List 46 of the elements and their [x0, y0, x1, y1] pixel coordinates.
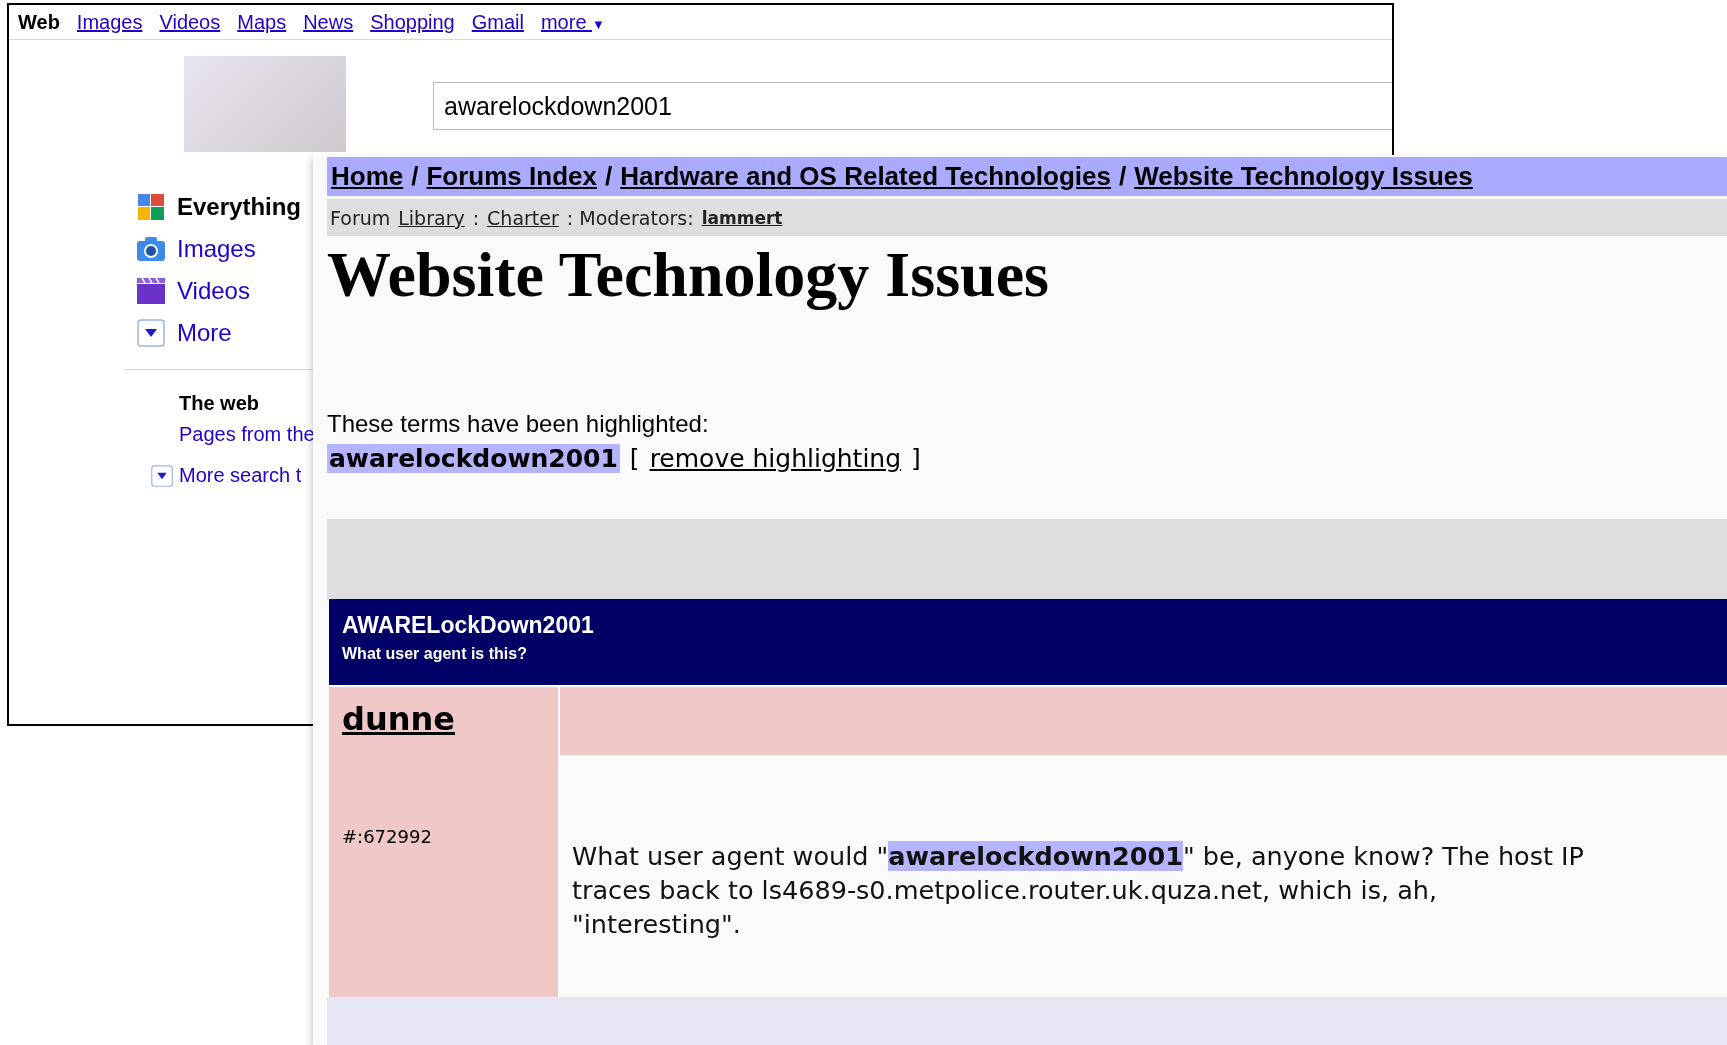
info-text: : Moderators:: [566, 206, 694, 229]
remove-highlighting-link[interactable]: remove highlighting: [649, 444, 902, 473]
dropdown-icon: [137, 319, 165, 347]
breadcrumb-link[interactable]: Website Technology Issues: [1134, 161, 1473, 192]
info-link[interactable]: Charter: [487, 206, 559, 229]
nav-link[interactable]: Maps: [237, 10, 287, 34]
nav-link[interactable]: News: [303, 10, 354, 34]
dropdown-icon: [151, 464, 173, 487]
breadcrumb-separator: /: [604, 161, 613, 192]
bracket: [: [629, 444, 640, 473]
info-text: Forum: [330, 206, 391, 229]
caret-icon: ▼: [592, 16, 605, 32]
breadcrumb-link[interactable]: Forums Index: [426, 161, 597, 192]
moderator-link[interactable]: lammert: [701, 207, 783, 228]
camera-icon: [137, 237, 165, 261]
post-id: #:672992: [342, 826, 433, 847]
highlighted-term: awarelockdown2001: [327, 444, 620, 473]
clapperboard-icon: [137, 278, 165, 304]
nav-link[interactable]: Gmail: [471, 10, 524, 34]
breadcrumb-link[interactable]: Hardware and OS Related Technologies: [620, 161, 1111, 192]
nav-link[interactable]: Shopping: [370, 10, 455, 34]
author-link[interactable]: dunne: [342, 700, 455, 738]
sidebar-item[interactable]: Videos: [177, 277, 250, 305]
nav-link[interactable]: Web: [18, 10, 60, 34]
bracket: ]: [911, 444, 921, 473]
thread-subtitle: What user agent is this?: [342, 645, 528, 663]
section-link[interactable]: Pages from the: [179, 423, 315, 445]
highlight-note: These terms have been highlighted:: [327, 410, 710, 438]
section-heading: The web: [179, 392, 260, 415]
page-title: Website Technology Issues: [327, 242, 1050, 308]
breadcrumb-link[interactable]: Home: [331, 161, 404, 192]
sidebar-item[interactable]: Images: [177, 235, 256, 263]
nav-link[interactable]: Images: [76, 10, 143, 34]
breadcrumb-separator: /: [1118, 161, 1127, 192]
sidebar-item[interactable]: Everything: [177, 193, 302, 221]
more-tools-link[interactable]: More search t: [179, 464, 302, 487]
nav-link[interactable]: more ▼: [540, 10, 605, 34]
thread-title: AWARELockDown2001: [342, 612, 595, 639]
search-field[interactable]: awarelockdown2001: [433, 82, 1392, 130]
nav-link[interactable]: Videos: [159, 10, 221, 34]
info-text: :: [472, 206, 480, 229]
post-body: What user agent would "awarelockdown2001" be, anyone know? The host IP traces back to ls4689-s0.metpolice.router.uk.quza.net, which is, ah, "interesting".: [571, 840, 1585, 941]
breadcrumb-separator: /: [411, 161, 419, 192]
info-link[interactable]: Library: [398, 206, 465, 229]
sidebar-item[interactable]: More: [177, 319, 232, 347]
colored-squares-icon: [137, 193, 165, 221]
